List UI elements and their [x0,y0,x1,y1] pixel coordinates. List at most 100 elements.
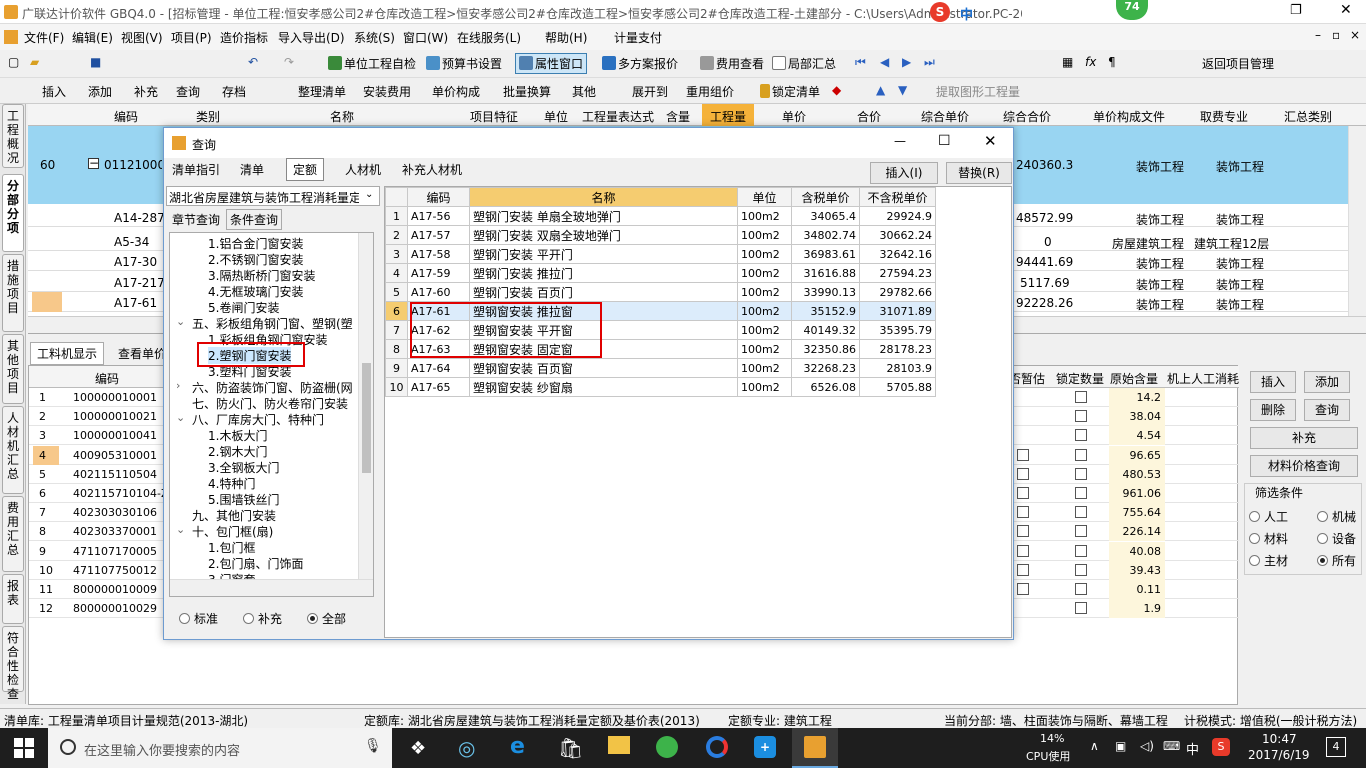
gbq-taskbar-icon[interactable] [792,728,838,768]
provisional-checkbox[interactable] [1017,583,1029,595]
filter-all[interactable]: 所有 [1317,552,1356,569]
archive-button[interactable]: 存档 [222,83,246,100]
menu-file[interactable]: 文件(F) [24,29,64,46]
side-add-button[interactable]: 添加 [1304,371,1350,393]
tab-chapter-query[interactable]: 章节查询 [172,211,220,228]
notification-icon[interactable]: 4 [1326,737,1346,757]
batch-convert-button[interactable]: 批量换算 [503,83,551,100]
tab-quota[interactable]: 定额 [286,158,325,181]
lock-qty-checkbox[interactable] [1075,544,1087,557]
side-query-button[interactable]: 查询 [1304,399,1350,421]
table-row[interactable]: 3 A17-58 塑钢门安装 平开门 100m2 36983.61 32642.16 [385,244,936,264]
ime-mode[interactable]: 中 [960,4,973,23]
table-row[interactable]: 9 A17-64 塑钢窗安装 百页窗 100m2 32268.23 28103.9 [385,358,936,378]
menu-edit[interactable]: 编辑(E) [72,29,113,46]
col-lock-qty[interactable]: 锁定数量 [1056,370,1104,387]
menu-help[interactable]: 帮助(H) [545,29,587,46]
new-icon[interactable]: ▢ [8,55,19,69]
filter-main-material[interactable]: 主材 [1249,552,1288,569]
menu-window[interactable]: 窗口(W) [403,29,448,46]
library-select[interactable]: 湖北省房屋建筑与装饰工程消耗量定 ⌄ [166,186,380,206]
col-feature[interactable]: 项目特征 [470,108,518,125]
radio-standard[interactable]: 标准 [179,610,218,627]
col-total[interactable]: 综合合价 [1003,108,1051,125]
col-name[interactable]: 名称 [469,187,738,207]
tab-reports[interactable]: 报表 [2,574,24,624]
col-fee-major[interactable]: 取费专业 [1200,108,1248,125]
restore-icon[interactable]: ❐ [1290,3,1302,18]
tree-toggle-icon[interactable]: ⌄ [176,315,185,328]
tab-view-price[interactable]: 查看单价 [118,345,166,362]
tab-overview[interactable]: 工程概况 [2,104,24,168]
tab-fee-summary[interactable]: 费用汇总 [2,496,24,572]
col-labor[interactable]: 机上人工消耗 [1167,370,1239,387]
menu-system[interactable]: 系统(S) [354,29,395,46]
lock-qty-checkbox[interactable] [1075,583,1087,595]
mdi-restore-icon[interactable]: ▫ [1332,28,1340,42]
mdi-minimize-icon[interactable]: – [1315,28,1321,42]
radio-supplement[interactable]: 补充 [243,610,282,627]
fee-view-button[interactable]: 费用查看 [700,55,764,72]
first-icon[interactable]: ⏮ [855,55,866,70]
tab-labor-material[interactable]: 人材机 [345,161,381,178]
filter-material[interactable]: 材料 [1249,530,1288,547]
lock-list-button[interactable]: 锁定清单 [760,83,820,100]
lock-qty-checkbox[interactable] [1075,506,1087,519]
collapse-icon[interactable]: − [88,157,99,169]
col-quantity[interactable]: 工程量 [702,104,755,126]
windows-start-icon[interactable] [14,738,34,758]
other-button[interactable]: 其他 [572,83,596,100]
paint-icon[interactable]: ◆ [832,83,841,97]
menu-online[interactable]: 在线服务(L) [457,29,521,46]
menu-project[interactable]: 项目(P) [171,29,212,46]
tree-node[interactable]: 2.钢木大门 [208,443,267,460]
side-supplement-button[interactable]: 补充 [1250,427,1358,449]
paragraph-icon[interactable]: ¶ [1108,55,1116,69]
table-row[interactable]: 1 A17-56 塑钢门安装 单扇全玻地弹门 100m2 34065.4 29924.9 [385,206,936,226]
budget-settings-button[interactable]: 预算书设置 [426,55,502,72]
save-icon[interactable]: ■ [90,55,101,69]
store-icon[interactable]: 🛍 [558,736,583,760]
reuse-button[interactable]: 重用组价 [686,83,734,100]
tree-node[interactable]: 十、包门框(扇) [192,523,273,540]
menu-import[interactable]: 导入导出(D) [278,29,345,46]
tree-node[interactable]: 3.隔热断桥门窗安装 [208,267,315,284]
tab-compliance[interactable]: 符合性检查 [2,626,24,701]
tree-node[interactable]: 七、防火门、防火卷帘门安装 [192,395,348,412]
close-icon[interactable]: ✕ [1340,2,1352,18]
calculator-icon[interactable]: ▦ [1062,55,1073,69]
organize-list-button[interactable]: 整理清单 [298,83,346,100]
side-delete-button[interactable]: 删除 [1250,399,1296,421]
tree-node[interactable]: 2.不锈钢门窗安装 [208,251,303,268]
tree-node[interactable]: 五、彩板组角钢门窗、塑钢(塑 [192,315,353,332]
col-content[interactable]: 含量 [666,108,690,125]
lock-qty-checkbox[interactable] [1075,448,1087,461]
filter-machine[interactable]: 机械 [1317,508,1356,525]
tree-node[interactable]: 5.卷闸门安装 [208,299,279,316]
col-type[interactable]: 类别 [196,108,220,125]
tab-materials[interactable]: 人材机汇总 [2,406,24,494]
menu-payment[interactable]: 计量支付 [614,29,662,46]
up-icon[interactable]: ▲ [876,83,885,97]
open-icon[interactable]: ▰ [30,55,39,69]
explorer-icon[interactable] [608,736,630,754]
prev-icon[interactable]: ◀ [880,55,889,69]
back-to-project-button[interactable]: 返回项目管理 [1202,55,1274,72]
tray-network-icon[interactable]: ▣ [1115,739,1126,753]
tray-keyboard-icon[interactable]: ⌨ [1163,739,1180,753]
col-unit[interactable]: 单位 [544,108,568,125]
clock-date[interactable]: 2017/6/19 [1248,748,1310,762]
provisional-checkbox[interactable] [1017,467,1029,480]
lock-qty-checkbox[interactable] [1075,525,1087,538]
provisional-checkbox[interactable] [1017,448,1029,461]
query-button[interactable]: 查询 [176,83,200,100]
extract-quantity-button[interactable]: 提取图形工程量 [936,83,1020,100]
col-summary[interactable]: 汇总类别 [1284,108,1332,125]
tab-measures[interactable]: 措施项目 [2,254,24,332]
tree-node[interactable]: 1.铝合金门窗安装 [208,235,303,252]
col-price[interactable]: 单价 [782,108,806,125]
down-icon[interactable]: ▼ [898,83,907,97]
provisional-checkbox[interactable] [1017,525,1029,538]
tree-toggle-icon[interactable]: ⌄ [176,411,185,424]
provisional-checkbox[interactable] [1017,506,1029,519]
